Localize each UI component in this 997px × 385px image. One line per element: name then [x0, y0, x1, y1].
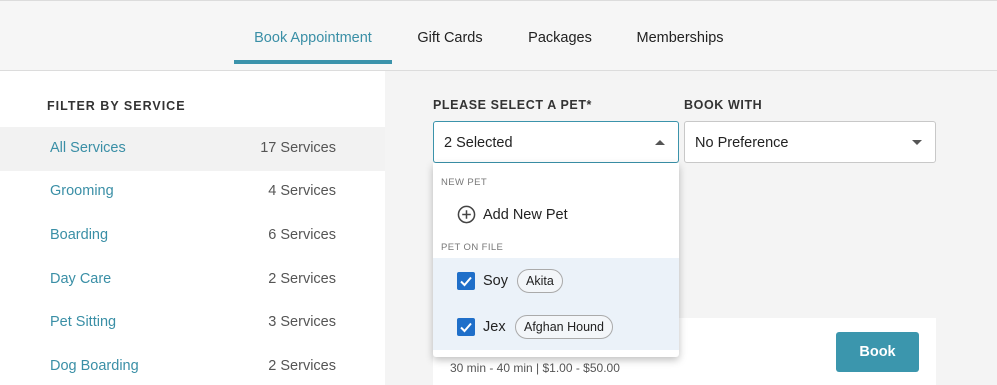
- sidebar-item-dog-boarding[interactable]: Dog Boarding 2 Services: [0, 345, 385, 385]
- service-count: 2 Services: [268, 271, 336, 287]
- service-filter-sidebar: FILTER BY SERVICE All Services 17 Servic…: [0, 71, 385, 385]
- service-count: 17 Services: [260, 140, 336, 156]
- add-new-pet-label: Add New Pet: [483, 207, 568, 223]
- service-name: Grooming: [50, 183, 114, 199]
- active-tab-indicator: [234, 60, 392, 64]
- top-nav-bar: Book Appointment Gift Cards Packages Mem…: [0, 0, 997, 71]
- sidebar-item-day-care[interactable]: Day Care 2 Services: [0, 258, 385, 302]
- filter-title: FILTER BY SERVICE: [47, 99, 186, 113]
- pet-name: Jex: [483, 319, 506, 335]
- service-count: 3 Services: [268, 314, 336, 330]
- checkbox-checked[interactable]: [457, 272, 475, 290]
- pet-select[interactable]: 2 Selected: [433, 121, 679, 163]
- book-with-label: BOOK WITH: [684, 98, 763, 112]
- tab-packages[interactable]: Packages: [515, 1, 605, 65]
- add-circle-icon: [457, 205, 476, 224]
- chevron-down-icon: [912, 140, 922, 145]
- add-new-pet-option[interactable]: Add New Pet: [433, 193, 679, 237]
- tab-gift-cards[interactable]: Gift Cards: [404, 1, 496, 65]
- book-button[interactable]: Book: [836, 332, 919, 372]
- checkmark-icon: [460, 276, 472, 287]
- pet-dropdown-menu: NEW PET Add New Pet PET ON FILE Soy Akit…: [433, 163, 679, 357]
- checkmark-icon: [460, 322, 472, 333]
- service-name: Dog Boarding: [50, 358, 139, 374]
- service-count: 4 Services: [268, 183, 336, 199]
- pet-option-jex[interactable]: Jex Afghan Hound: [433, 304, 679, 350]
- service-count: 2 Services: [268, 358, 336, 374]
- pet-on-file-header: PET ON FILE: [441, 242, 504, 253]
- pet-select-value: 2 Selected: [444, 135, 513, 151]
- checkbox-checked[interactable]: [457, 318, 475, 336]
- sidebar-item-all-services[interactable]: All Services 17 Services: [0, 127, 385, 171]
- book-with-value: No Preference: [695, 135, 789, 151]
- breed-chip: Afghan Hound: [515, 315, 613, 339]
- tab-memberships[interactable]: Memberships: [624, 1, 736, 65]
- service-name: Day Care: [50, 271, 112, 287]
- service-name: All Services: [50, 140, 126, 156]
- breed-chip: Akita: [517, 269, 563, 293]
- chevron-up-icon: [655, 140, 665, 145]
- book-with-select[interactable]: No Preference: [684, 121, 936, 163]
- tab-book-appointment[interactable]: Book Appointment: [234, 1, 392, 65]
- sidebar-item-boarding[interactable]: Boarding 6 Services: [0, 214, 385, 258]
- service-count: 6 Services: [268, 227, 336, 243]
- pet-option-soy[interactable]: Soy Akita: [433, 258, 679, 304]
- service-name: Boarding: [50, 227, 109, 243]
- sidebar-item-pet-sitting[interactable]: Pet Sitting 3 Services: [0, 301, 385, 345]
- sidebar-item-grooming[interactable]: Grooming 4 Services: [0, 170, 385, 214]
- pet-select-label: PLEASE SELECT A PET*: [433, 98, 593, 112]
- service-meta: 30 min - 40 min | $1.00 - $50.00: [450, 361, 620, 375]
- new-pet-header: NEW PET: [441, 177, 488, 188]
- pet-name: Soy: [483, 273, 508, 289]
- service-name: Pet Sitting: [50, 314, 117, 330]
